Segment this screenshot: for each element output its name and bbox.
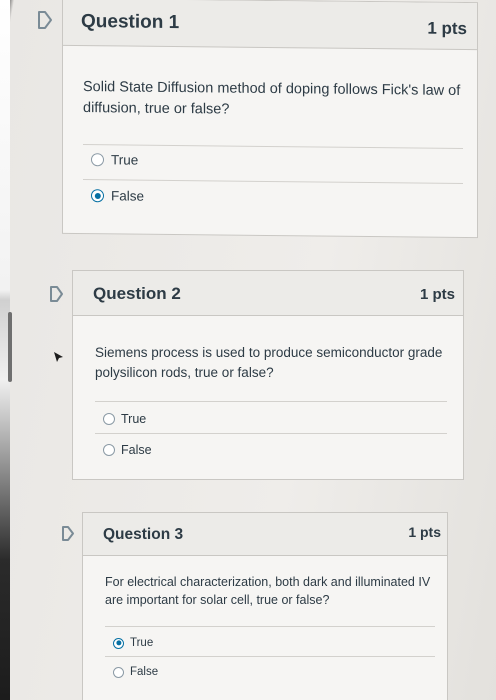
question-header-2: Question 2 1 pts — [73, 271, 463, 316]
question-card-3: Question 3 1 pts For electrical characte… — [82, 512, 448, 700]
answer-label: True — [130, 637, 154, 649]
answer-label: True — [111, 152, 139, 168]
answer-option-true[interactable]: True — [103, 412, 146, 426]
radio-icon[interactable] — [103, 444, 115, 456]
flag-icon[interactable] — [60, 525, 76, 542]
question-title: Question 2 — [93, 284, 181, 303]
question-title: Question 1 — [81, 11, 180, 34]
question-title: Question 3 — [103, 526, 184, 543]
answer-label: True — [121, 412, 147, 426]
answer-divider — [105, 626, 435, 627]
question-card-2: Question 2 1 pts Siemens process is used… — [72, 270, 464, 480]
radio-icon[interactable] — [91, 189, 104, 203]
answer-label: False — [121, 443, 152, 457]
answer-divider — [105, 656, 435, 657]
answer-option-true[interactable]: True — [113, 637, 153, 649]
answer-option-false[interactable]: False — [113, 666, 158, 678]
question-points: 1 pts — [427, 18, 467, 39]
radio-icon[interactable] — [91, 153, 104, 167]
answer-option-false[interactable]: False — [91, 188, 144, 204]
answer-divider — [83, 179, 463, 185]
question-header-3: Question 3 1 pts — [83, 513, 447, 556]
radio-icon[interactable] — [113, 637, 124, 649]
answer-option-false[interactable]: False — [103, 443, 152, 457]
answer-label: False — [130, 666, 159, 678]
mouse-cursor-icon — [54, 352, 63, 362]
radio-icon[interactable] — [103, 413, 115, 425]
flag-icon[interactable] — [48, 285, 65, 303]
answer-divider — [95, 401, 447, 402]
flag-icon[interactable] — [36, 10, 54, 30]
answer-option-true[interactable]: True — [91, 152, 139, 168]
question-text: Siemens process is used to produce semic… — [95, 345, 443, 380]
scrollbar-handle[interactable] — [8, 312, 12, 382]
question-points: 1 pts — [408, 524, 441, 540]
question-header-1: Question 1 1 pts — [63, 0, 477, 51]
radio-icon[interactable] — [113, 666, 124, 678]
answer-divider — [95, 433, 447, 434]
quiz-page: Question 1 1 pts Solid State Diffusion m… — [0, 0, 496, 700]
answer-label: False — [111, 188, 145, 204]
question-text: Solid State Diffusion method of doping f… — [83, 79, 461, 118]
question-card-1: Question 1 1 pts Solid State Diffusion m… — [62, 0, 478, 239]
question-points: 1 pts — [419, 286, 455, 303]
question-text: For electrical characterization, both da… — [105, 575, 431, 608]
answer-divider — [83, 144, 463, 150]
